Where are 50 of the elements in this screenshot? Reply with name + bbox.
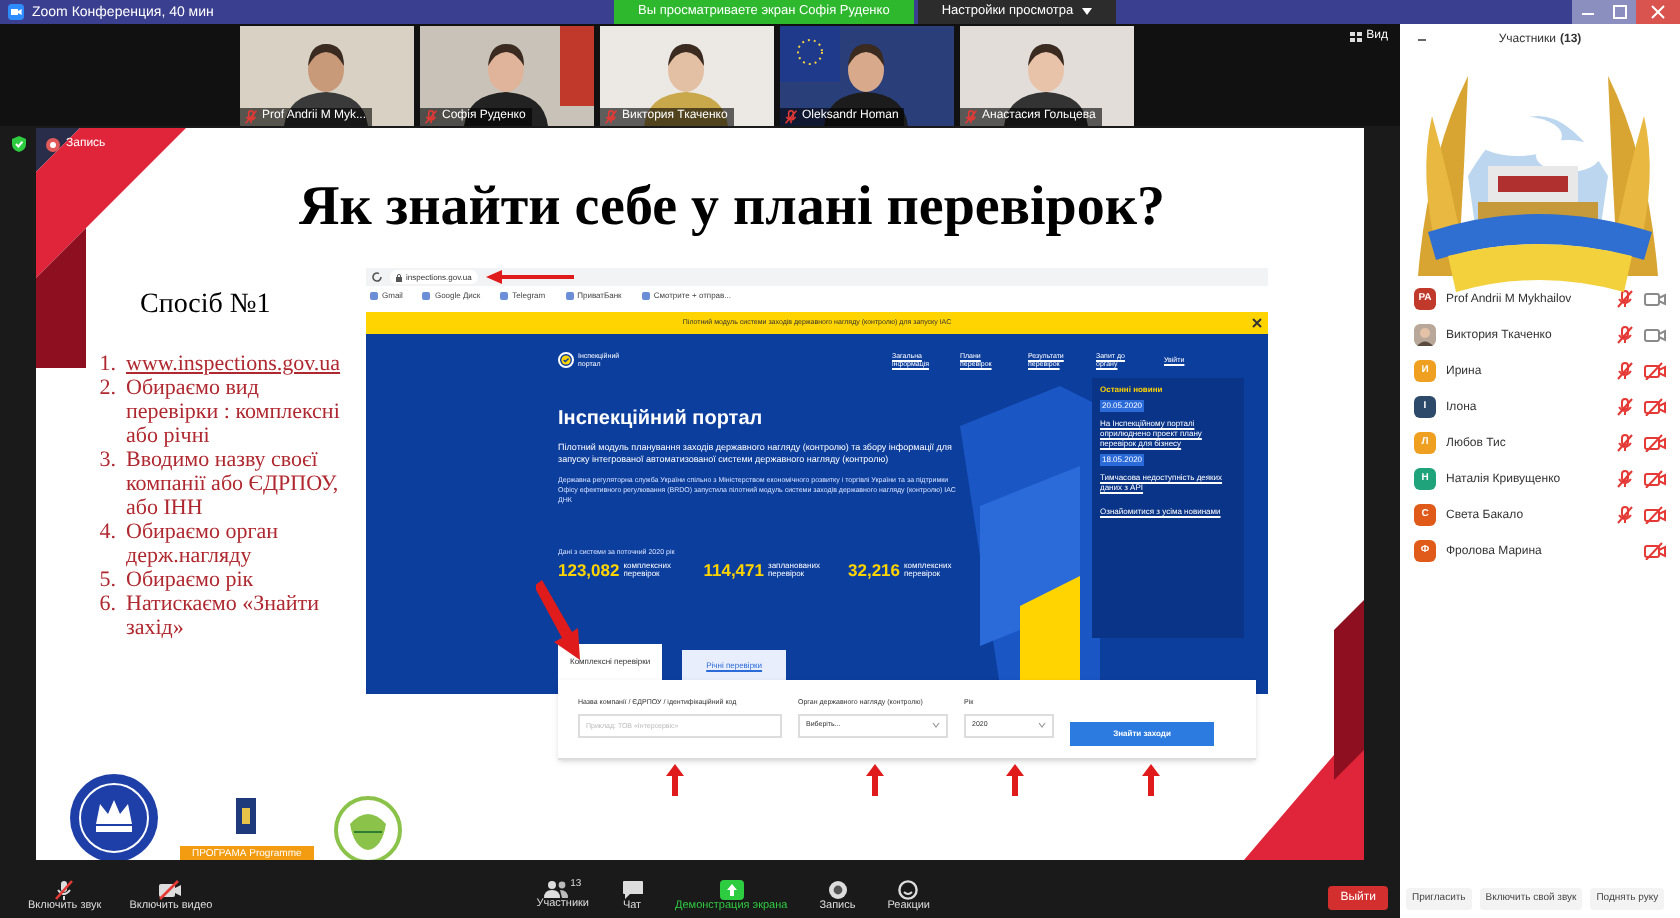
bookmark-icon bbox=[370, 291, 378, 299]
slide-title: Як знайти себе у плані перевірок? bbox=[297, 180, 1167, 236]
list-number: 4. bbox=[97, 520, 118, 548]
arrow-icon bbox=[536, 580, 584, 660]
muted-mic-icon bbox=[54, 880, 75, 901]
stat-value: 114,471 bbox=[703, 561, 764, 579]
stat-value: 32,216 bbox=[848, 561, 900, 579]
chevron-icon bbox=[1038, 722, 1046, 729]
website-link[interactable]: www.inspections.gov.ua bbox=[126, 352, 341, 376]
list-number: 1. bbox=[97, 352, 118, 376]
people-icon bbox=[544, 880, 569, 899]
portal-logo-icon bbox=[558, 352, 574, 368]
step-text: Натискаємо «Знайти захід» bbox=[126, 592, 321, 640]
video-off-icon bbox=[158, 880, 183, 901]
bookmark-icon bbox=[422, 291, 431, 299]
list-number: 5. bbox=[97, 568, 118, 592]
bookmark-icon bbox=[641, 291, 650, 299]
portal-heading: Інспекційний портал bbox=[558, 410, 765, 430]
record-icon bbox=[827, 880, 848, 901]
caret-icon bbox=[1081, 8, 1092, 16]
arrow-icon bbox=[1142, 764, 1160, 796]
step-text: Обираємо вид перевірки : комплексні або річні bbox=[126, 376, 342, 448]
step-text: Обираємо рік bbox=[126, 568, 256, 592]
slide-subtitle: Спосіб №1 bbox=[140, 292, 273, 320]
bookmark-icon bbox=[565, 291, 574, 299]
reload-icon bbox=[372, 272, 382, 282]
bookmark-icon bbox=[500, 291, 509, 299]
close-icon[interactable] bbox=[1636, 0, 1680, 24]
zoom-logo-icon bbox=[8, 4, 24, 20]
arrow-icon bbox=[666, 764, 684, 796]
minimize-icon[interactable] bbox=[1572, 0, 1604, 24]
maximize-icon[interactable] bbox=[1604, 0, 1636, 24]
shield-icon bbox=[12, 136, 26, 152]
grid-icon bbox=[1350, 31, 1363, 41]
close-icon[interactable] bbox=[1252, 318, 1262, 328]
lock-icon bbox=[396, 273, 402, 281]
chat-icon bbox=[621, 880, 643, 901]
step-text: Обираємо орган держ.нагляду bbox=[126, 520, 281, 568]
arrow-icon bbox=[1006, 764, 1024, 796]
lion-emblem-icon bbox=[236, 798, 257, 834]
smiley-icon bbox=[898, 880, 919, 901]
step-text: Вводимо назву своєї компанії або ЄДРПОУ, або ІНН bbox=[126, 448, 341, 520]
list-number: 3. bbox=[97, 448, 118, 476]
stat-value: 123,082 bbox=[558, 561, 620, 579]
share-screen-icon bbox=[719, 880, 744, 901]
list-number: 6. bbox=[97, 592, 118, 620]
chevron-icon bbox=[932, 722, 940, 729]
arrow-icon bbox=[866, 764, 884, 796]
list-number: 2. bbox=[97, 376, 118, 404]
arrow-icon bbox=[485, 270, 574, 284]
